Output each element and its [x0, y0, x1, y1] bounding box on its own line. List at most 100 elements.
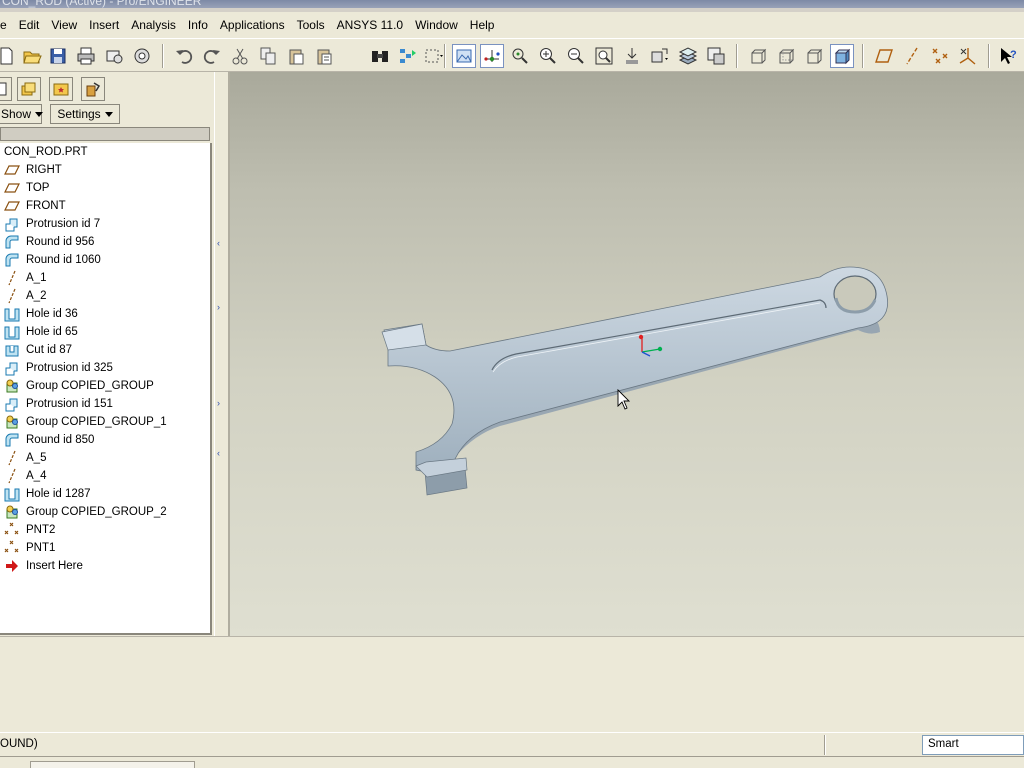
menu-tools[interactable]: Tools — [291, 18, 331, 32]
wireframe-icon[interactable] — [746, 44, 770, 68]
insert-here-arrow-icon — [4, 558, 22, 574]
csys-tool-icon[interactable] — [956, 44, 980, 68]
tree-item[interactable]: Hole id 1287 — [4, 485, 91, 503]
tab-model-tree[interactable] — [0, 77, 12, 101]
collapse-left-icon[interactable]: ‹ — [217, 448, 223, 458]
cut-icon[interactable] — [228, 44, 252, 68]
tree-item[interactable]: PNT2 — [4, 521, 55, 539]
model-tree-panel: Show Settings CON_ROD.PRT RIGHT TOP FRONT Pr… — [0, 72, 214, 636]
menu-edit[interactable]: Edit — [13, 18, 46, 32]
expand-right-icon[interactable]: › — [217, 302, 223, 312]
menu-help[interactable]: Help — [464, 18, 501, 32]
tree-item[interactable]: Group COPIED_GROUP_2 — [4, 503, 167, 521]
erase-icon[interactable] — [130, 44, 154, 68]
menu-insert[interactable]: Insert — [83, 18, 125, 32]
tree-item[interactable]: Round id 956 — [4, 233, 94, 251]
new-icon[interactable] — [0, 44, 18, 68]
menu-info[interactable]: Info — [182, 18, 214, 32]
datum-plane-tool-icon[interactable] — [872, 44, 896, 68]
menu-view[interactable]: View — [45, 18, 83, 32]
menu-window[interactable]: Window — [409, 18, 464, 32]
print-icon[interactable] — [74, 44, 98, 68]
tree-item[interactable]: Protrusion id 7 — [4, 215, 100, 233]
point-display-icon[interactable] — [508, 44, 532, 68]
tree-item[interactable]: Protrusion id 325 — [4, 359, 113, 377]
selection-filter-value: Smart — [928, 738, 959, 750]
tree-item[interactable]: A_2 — [4, 287, 46, 305]
tree-filter-bar[interactable] — [0, 127, 210, 141]
con-rod-model[interactable] — [230, 72, 1024, 636]
reorient-icon[interactable] — [620, 44, 644, 68]
tree-item[interactable]: A_5 — [4, 449, 46, 467]
datum-plane-display-icon[interactable] — [452, 44, 476, 68]
menu-applications[interactable]: Applications — [214, 18, 291, 32]
proe-window: CON_ROD (Active) - Pro/ENGINEER e Edit V… — [0, 0, 1024, 768]
tree-item[interactable]: Hole id 65 — [4, 323, 78, 341]
open-icon[interactable] — [20, 44, 44, 68]
datum-axis-icon — [4, 270, 22, 286]
tree-item[interactable]: Protrusion id 151 — [4, 395, 113, 413]
regenerate-icon[interactable] — [396, 44, 420, 68]
menu-file[interactable]: e — [0, 18, 13, 32]
find-icon[interactable] — [368, 44, 392, 68]
paste-special-icon[interactable] — [312, 44, 336, 68]
no-hidden-icon[interactable] — [802, 44, 826, 68]
save-icon[interactable] — [46, 44, 70, 68]
copy-icon[interactable] — [256, 44, 280, 68]
settings-dropdown[interactable]: Settings — [50, 104, 120, 124]
zoom-out-icon[interactable] — [564, 44, 588, 68]
collapse-left-icon[interactable]: ‹ — [217, 238, 223, 248]
tree-item[interactable]: TOP — [4, 179, 49, 197]
hole-icon — [4, 486, 22, 502]
refit-icon[interactable] — [592, 44, 616, 68]
tab-folder-browser[interactable] — [17, 77, 41, 101]
redo-icon[interactable] — [200, 44, 224, 68]
tree-item[interactable]: Group COPIED_GROUP — [4, 377, 154, 395]
zoom-in-icon[interactable] — [536, 44, 560, 68]
tree-item[interactable]: A_1 — [4, 269, 46, 287]
expand-right-icon[interactable]: › — [217, 398, 223, 408]
layers-icon[interactable] — [676, 44, 700, 68]
datum-point-icon — [4, 540, 22, 556]
tree-item-label: Group COPIED_GROUP — [26, 380, 154, 392]
shading-icon[interactable] — [830, 44, 854, 68]
tree-item[interactable]: PNT1 — [4, 539, 55, 557]
paste-icon[interactable] — [284, 44, 308, 68]
hidden-line-icon[interactable] — [774, 44, 798, 68]
tab-connections[interactable] — [81, 77, 105, 101]
graphics-window[interactable] — [228, 72, 1024, 636]
protrusion-icon — [4, 396, 22, 412]
tree-item[interactable]: Hole id 36 — [4, 305, 78, 323]
menu-ansys[interactable]: ANSYS 11.0 — [331, 18, 409, 32]
named-views-icon[interactable] — [648, 44, 672, 68]
tree-item-label: Round id 850 — [26, 434, 95, 446]
tree-item[interactable]: Insert Here — [4, 557, 83, 575]
tree-item[interactable]: Cut id 87 — [4, 341, 72, 359]
tree-item[interactable]: FRONT — [4, 197, 66, 215]
taskbar-tab[interactable] — [30, 761, 195, 768]
view-manager-icon[interactable] — [704, 44, 728, 68]
tree-item[interactable]: RIGHT — [4, 161, 62, 179]
context-help-icon[interactable]: ? — [996, 44, 1020, 68]
menu-analysis[interactable]: Analysis — [125, 18, 182, 32]
panel-splitter[interactable]: ‹ › › ‹ — [214, 72, 228, 636]
tree-item[interactable]: A_4 — [4, 467, 46, 485]
undo-icon[interactable] — [172, 44, 196, 68]
selection-box-icon[interactable] — [422, 44, 446, 68]
datum-axis-icon — [4, 450, 22, 466]
tree-item-label: PNT1 — [26, 542, 56, 554]
tree-root-part[interactable]: CON_ROD.PRT — [4, 143, 88, 161]
tab-favorites[interactable] — [49, 77, 73, 101]
datum-point-tool-icon[interactable] — [928, 44, 952, 68]
datum-axis-display-icon[interactable] — [480, 44, 504, 68]
tree-item[interactable]: Round id 1060 — [4, 251, 101, 269]
tree-item-label: Group COPIED_GROUP_2 — [26, 506, 167, 518]
status-message: OUND) — [0, 738, 38, 750]
selection-filter-field[interactable]: Smart — [922, 735, 1024, 755]
show-dropdown[interactable]: Show — [0, 104, 44, 124]
send-mail-icon[interactable] — [102, 44, 126, 68]
datum-axis-tool-icon[interactable] — [900, 44, 924, 68]
tree-item[interactable]: Round id 850 — [4, 431, 94, 449]
datum-point-icon — [4, 522, 22, 538]
tree-item[interactable]: Group COPIED_GROUP_1 — [4, 413, 167, 431]
